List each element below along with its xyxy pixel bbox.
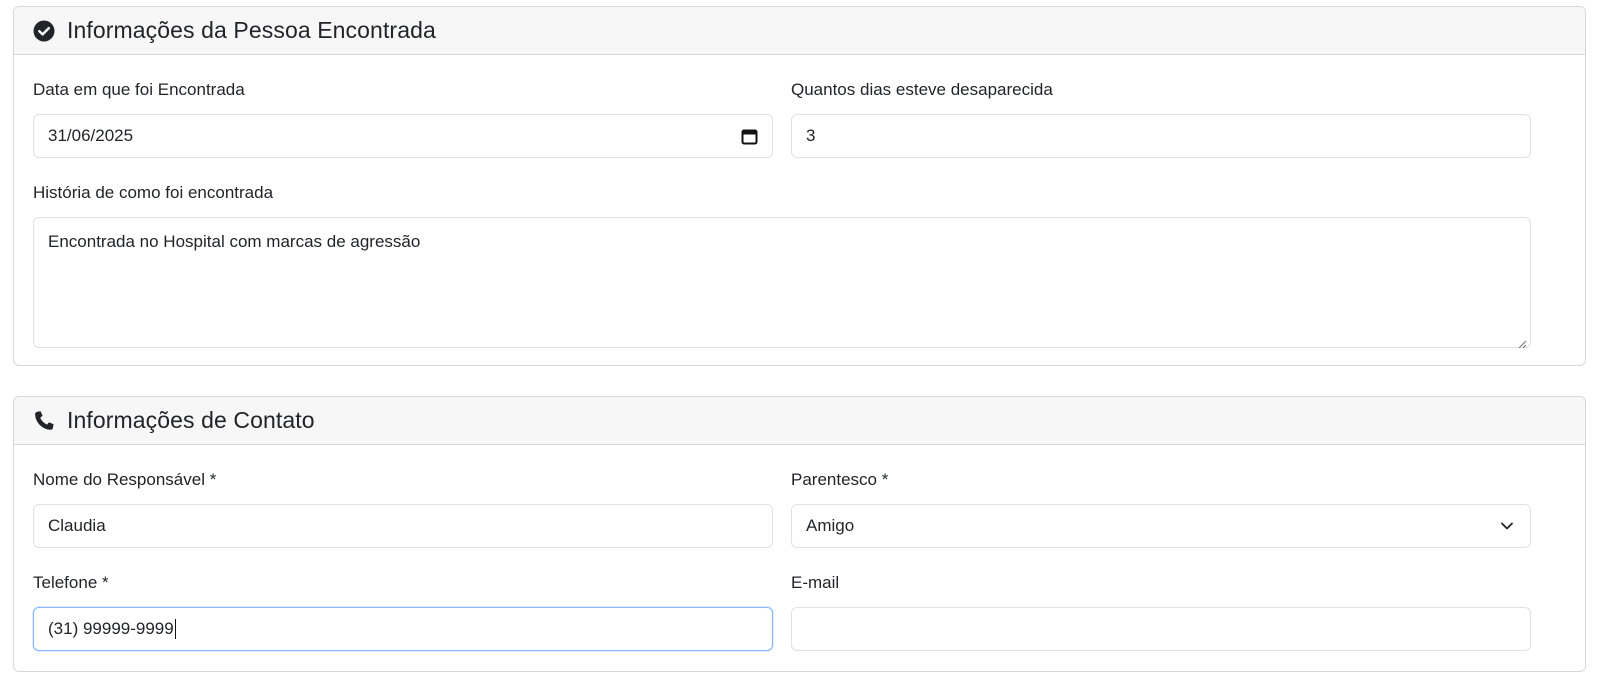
email-input[interactable] xyxy=(791,607,1531,651)
resize-handle-icon[interactable] xyxy=(1517,334,1527,349)
contact-title: Informações de Contato xyxy=(67,407,315,433)
missing-days-input[interactable]: 3 xyxy=(791,114,1531,158)
phone-value: (31) 99999-9999 xyxy=(48,618,174,638)
found-person-title: Informações da Pessoa Encontrada xyxy=(67,17,436,43)
phone-value-wrap: (31) 99999-9999 xyxy=(48,619,758,640)
found-story-label: História de como foi encontrada xyxy=(33,183,274,202)
email-label: E-mail xyxy=(791,573,840,592)
contact-card: Informações de Contato Nome do Responsáv… xyxy=(13,396,1586,672)
responsible-input[interactable]: Claudia xyxy=(33,504,773,548)
responsible-label: Nome do Responsável * xyxy=(33,470,217,489)
phone-input[interactable]: (31) 99999-9999 xyxy=(33,607,773,651)
found-person-card: Informações da Pessoa Encontrada Data em… xyxy=(13,6,1586,366)
found-date-value: 31/06/2025 xyxy=(48,126,134,145)
responsible-value: Claudia xyxy=(48,516,106,535)
calendar-icon[interactable] xyxy=(740,127,758,145)
chevron-down-icon xyxy=(1498,517,1516,535)
found-date-input[interactable]: 31/06/2025 xyxy=(33,114,773,158)
check-circle-icon xyxy=(33,20,55,42)
found-story-textarea[interactable]: Encontrada no Hospital com marcas de agr… xyxy=(33,217,1531,349)
found-story-value: Encontrada no Hospital com marcas de agr… xyxy=(48,232,421,251)
text-caret xyxy=(174,619,176,640)
contact-card-header: Informações de Contato xyxy=(14,397,1585,445)
missing-days-value: 3 xyxy=(806,126,816,145)
found-date-label: Data em que foi Encontrada xyxy=(33,80,245,99)
found-person-card-header: Informações da Pessoa Encontrada xyxy=(14,7,1585,55)
relationship-value: Amigo xyxy=(806,516,855,535)
missing-days-label: Quantos dias esteve desaparecida xyxy=(791,80,1053,99)
relationship-label: Parentesco * xyxy=(791,470,889,489)
phone-icon xyxy=(33,410,55,432)
relationship-select[interactable]: Amigo xyxy=(791,504,1531,548)
phone-label: Telefone * xyxy=(33,573,109,592)
